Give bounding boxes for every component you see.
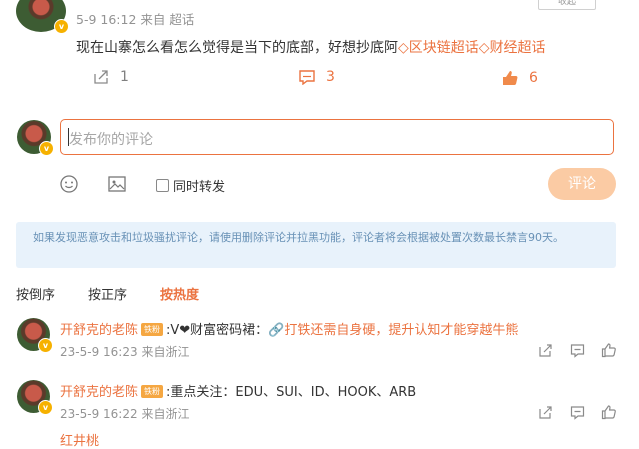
super-topic-icon: ◇ bbox=[398, 40, 409, 56]
my-avatar[interactable]: v bbox=[17, 120, 54, 156]
repost-action[interactable]: 1 bbox=[93, 69, 129, 85]
sort-tab-asc[interactable]: 按正序 bbox=[88, 284, 127, 303]
verified-badge-icon: v bbox=[38, 338, 53, 353]
comment-reply-button[interactable] bbox=[570, 343, 585, 362]
post-text: 现在山寨怎么看怎么觉得是当下的底部，好想抄底阿◇区块链超话◇财经超话 bbox=[76, 37, 546, 57]
comment-action[interactable]: 3 bbox=[298, 69, 335, 85]
topic-link-finance[interactable]: ◇财经超话 bbox=[479, 40, 546, 56]
collapse-button[interactable]: 收起 bbox=[538, 0, 596, 10]
comment-like-button[interactable] bbox=[601, 342, 617, 362]
comment-count: 3 bbox=[326, 69, 335, 85]
checkbox-box[interactable] bbox=[156, 179, 169, 192]
fan-badge: 铁粉 bbox=[141, 385, 164, 398]
emoji-icon bbox=[60, 175, 78, 193]
comment-text: :V❤财富密码裙： bbox=[166, 323, 269, 338]
comment-repost-button[interactable] bbox=[538, 343, 553, 362]
like-action[interactable]: 6 bbox=[501, 69, 538, 87]
comment-time: 23-5-9 16:23 bbox=[60, 345, 138, 359]
comment-location: 来自浙江 bbox=[141, 345, 190, 359]
comment-username[interactable]: 开舒克的老陈 bbox=[60, 385, 138, 400]
comment-meta: 23-5-9 16:23 来自浙江 bbox=[60, 343, 189, 360]
comment-username[interactable]: 红井桃 bbox=[60, 434, 99, 449]
also-repost-label: 同时转发 bbox=[173, 180, 226, 195]
comment-line: 红井桃 bbox=[60, 430, 99, 449]
thumbs-up-icon bbox=[601, 343, 616, 358]
comment-repost-button[interactable] bbox=[538, 405, 553, 424]
comment-input-placeholder: 发布你的评论 bbox=[69, 132, 153, 148]
comment-time: 23-5-9 16:22 bbox=[60, 407, 138, 421]
repost-icon bbox=[94, 70, 108, 84]
post-source-link[interactable]: 超话 bbox=[169, 12, 194, 27]
repost-count: 1 bbox=[120, 69, 129, 85]
sort-tab-desc[interactable]: 按倒序 bbox=[16, 284, 55, 303]
verified-badge-icon: v bbox=[38, 400, 53, 415]
post-time[interactable]: 5-9 16:12 bbox=[76, 12, 136, 27]
comment-like-button[interactable] bbox=[601, 404, 617, 424]
fan-badge: 铁粉 bbox=[141, 323, 164, 336]
verified-badge-icon: v bbox=[54, 19, 69, 34]
like-count: 6 bbox=[529, 70, 538, 86]
comment-avatar[interactable]: v bbox=[17, 380, 53, 415]
submit-comment-button[interactable]: 评论 bbox=[548, 168, 616, 200]
post-source: 来自 bbox=[140, 12, 166, 27]
link-icon: 🔗 bbox=[268, 323, 285, 338]
image-button[interactable] bbox=[107, 174, 127, 198]
image-icon bbox=[108, 176, 126, 192]
comment-avatar[interactable]: v bbox=[17, 318, 53, 353]
comment-link[interactable]: 🔗打铁还需自身硬，提升认知才能穿越牛熊 bbox=[268, 323, 518, 338]
comment-input[interactable]: 发布你的评论 bbox=[60, 119, 614, 155]
comment-meta: 23-5-9 16:22 来自浙江 bbox=[60, 405, 189, 422]
comment-username[interactable]: 开舒克的老陈 bbox=[60, 323, 138, 338]
sort-tab-hot[interactable]: 按热度 bbox=[160, 284, 199, 303]
topic-link-blockchain[interactable]: ◇区块链超话 bbox=[398, 40, 479, 56]
comment-text: :重点关注：EDU、SUI、ID、HOOK、ARB bbox=[166, 385, 417, 400]
comment-reply-button[interactable] bbox=[570, 405, 585, 424]
thumbs-up-icon bbox=[503, 71, 518, 85]
post-body: 现在山寨怎么看怎么觉得是当下的底部，好想抄底阿 bbox=[76, 40, 398, 56]
super-topic-icon: ◇ bbox=[478, 40, 490, 56]
comment-line: 开舒克的老陈 铁粉:重点关注：EDU、SUI、ID、HOOK、ARB bbox=[60, 381, 416, 400]
share-icon bbox=[539, 344, 552, 357]
reply-icon bbox=[570, 406, 585, 420]
comment-location: 来自浙江 bbox=[141, 407, 190, 421]
verified-badge-icon: v bbox=[39, 141, 54, 156]
comment-line: 开舒克的老陈 铁粉:V❤财富密码裙：🔗打铁还需自身硬，提升认知才能穿越牛熊 bbox=[60, 319, 518, 338]
emoji-button[interactable] bbox=[59, 174, 79, 198]
reply-icon bbox=[570, 344, 585, 358]
post-meta: 5-9 16:12 来自 超话 bbox=[76, 9, 194, 28]
moderation-notice: 如果发现恶意攻击和垃圾骚扰评论，请使用删除评论并拉黑功能，评论者将会根据被处置次… bbox=[16, 222, 616, 268]
also-repost-checkbox[interactable]: 同时转发 bbox=[156, 176, 225, 195]
share-icon bbox=[539, 406, 552, 419]
thumbs-up-icon bbox=[601, 405, 616, 420]
comment-icon bbox=[299, 70, 315, 85]
avatar[interactable]: v bbox=[16, 0, 69, 34]
